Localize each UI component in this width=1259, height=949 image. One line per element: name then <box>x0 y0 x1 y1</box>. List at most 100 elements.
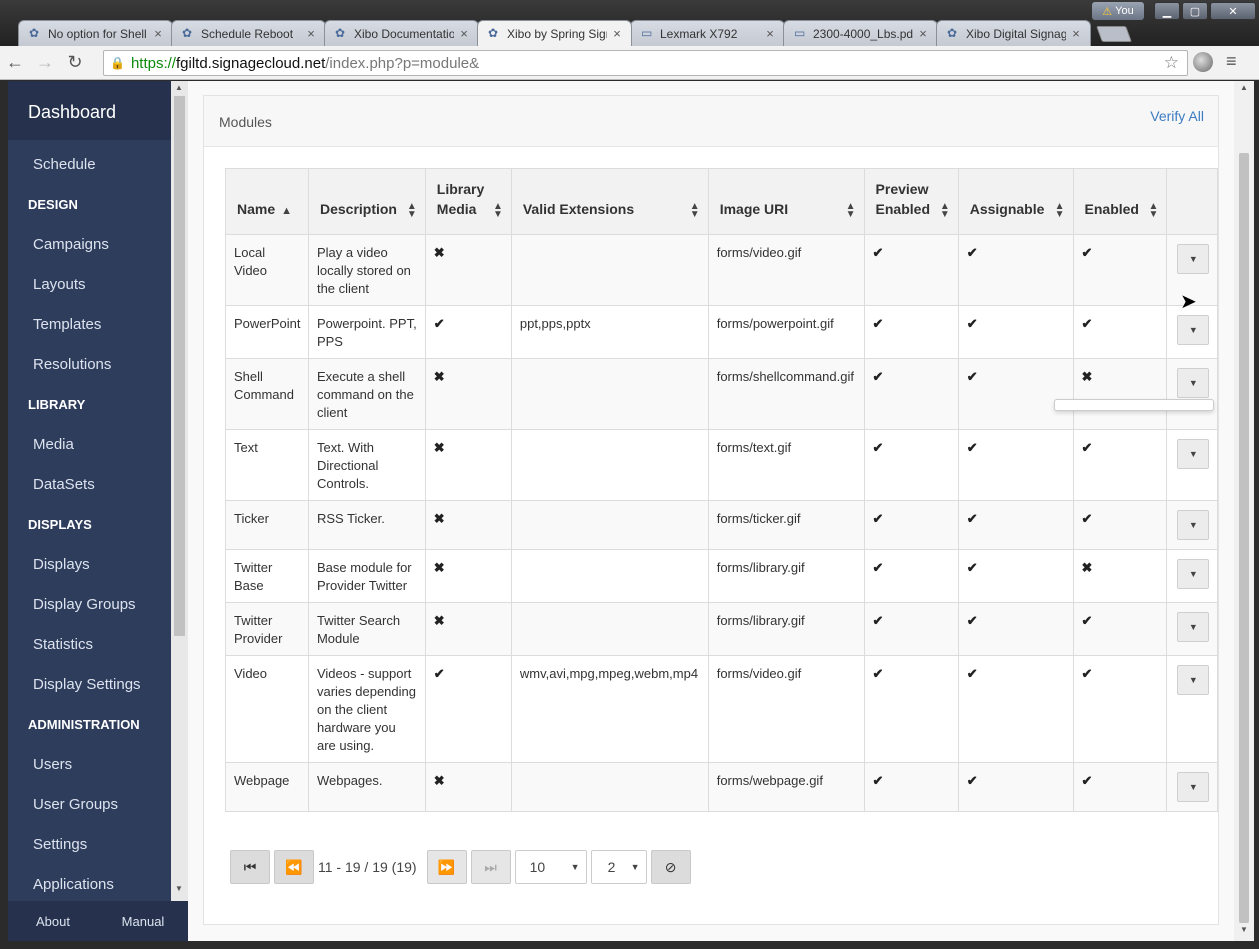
row-actions-button[interactable]: ▼ <box>1177 665 1210 695</box>
browser-tab[interactable]: ✿ Xibo Digital Signage × <box>936 20 1091 46</box>
sidebar-item-layouts[interactable]: Layouts <box>8 265 171 305</box>
reload-button[interactable]: ↻ <box>60 48 90 78</box>
next-page-button[interactable]: ⏩ <box>426 850 467 884</box>
column-header-name[interactable]: Name ▲ <box>225 168 309 235</box>
sidebar-item-campaigns[interactable]: Campaigns <box>8 225 171 265</box>
dashboard-link[interactable]: Dashboard <box>8 81 171 140</box>
about-link[interactable]: About <box>8 914 98 929</box>
sidebar-scrollbar[interactable]: ▲ ▼ <box>171 81 188 901</box>
sidebar-item-user-groups[interactable]: User Groups <box>8 785 171 825</box>
cell-preview-enabled: ✔ <box>863 549 959 603</box>
row-actions-button[interactable]: ▼ <box>1177 244 1210 274</box>
sidebar-item-media[interactable]: Media <box>8 425 171 465</box>
row-actions-button[interactable]: ▼ <box>1177 612 1210 642</box>
cell-assignable: ✔ <box>957 500 1074 550</box>
scroll-down-icon[interactable]: ▼ <box>1240 925 1248 934</box>
page-scroll-thumb[interactable] <box>1239 153 1249 923</box>
scroll-down-icon[interactable]: ▼ <box>175 884 183 893</box>
sidebar-item-statistics[interactable]: Statistics <box>8 625 171 665</box>
row-actions-button[interactable]: ▼ <box>1177 510 1210 540</box>
cell-preview-enabled: ✔ <box>863 234 959 306</box>
row-actions-button[interactable]: ▼ <box>1177 315 1210 345</box>
scroll-up-icon[interactable]: ▲ <box>1240 83 1248 92</box>
new-tab-button[interactable] <box>1096 26 1132 42</box>
cell-description: Text. With Directional Controls. <box>307 429 426 501</box>
row-actions-button[interactable]: ▼ <box>1177 368 1210 398</box>
manual-link[interactable]: Manual <box>98 914 188 929</box>
sidebar-item-settings[interactable]: Settings <box>8 825 171 865</box>
column-header-assignable[interactable]: Assignable ▲ ▼ <box>957 168 1074 235</box>
bookmark-star-icon[interactable]: ☆ <box>1164 53 1179 73</box>
profile-button[interactable]: ⚠ You <box>1092 2 1144 20</box>
verify-all-link[interactable]: Verify All <box>1150 108 1204 124</box>
back-button[interactable]: ← <box>0 48 30 78</box>
column-header-image-uri[interactable]: Image URI ▲ ▼ <box>707 168 865 235</box>
sidebar-item-users[interactable]: Users <box>8 745 171 785</box>
cell-extensions <box>510 429 709 501</box>
cell-actions: ▼ <box>1166 429 1218 501</box>
close-tab-icon[interactable]: × <box>1070 26 1082 41</box>
check-icon: ✔ <box>872 316 884 331</box>
browser-tab[interactable]: ✿ Xibo Documentation × <box>324 20 479 46</box>
browser-tab[interactable]: ▭ Lexmark X792 × <box>630 20 785 46</box>
table-row: Video Videos - support varies depending o… <box>225 655 1218 763</box>
address-bar[interactable]: 🔒 https://fgiltd.signagecloud.net/index.… <box>103 50 1188 76</box>
table-row: Ticker RSS Ticker. ✖ forms/ticker.gif ✔ ✔ ✔ ▼ <box>225 500 1218 550</box>
close-tab-icon[interactable]: × <box>917 26 929 41</box>
close-tab-icon[interactable]: × <box>611 26 623 41</box>
minimize-button[interactable]: ▁ <box>1154 2 1180 20</box>
xibo-icon: ✿ <box>182 26 193 40</box>
page-number-select[interactable]: 2 ▼ <box>590 850 647 884</box>
browser-tab[interactable]: ✿ No option for Shell × <box>18 20 173 46</box>
column-header-enabled[interactable]: Enabled ▲ ▼ <box>1072 168 1168 235</box>
sidebar-item-displays[interactable]: Displays <box>8 545 171 585</box>
cross-icon: ✖ <box>433 773 445 788</box>
row-action-dropdown-menu[interactable] <box>1054 399 1214 411</box>
browser-tab[interactable]: ✿ Xibo by Spring Sign × <box>477 20 632 46</box>
sort-asc-icon: ▲ <box>281 205 293 217</box>
sidebar-item-applications[interactable]: Applications <box>8 865 171 901</box>
sidebar-item-schedule[interactable]: Schedule <box>8 145 171 185</box>
cross-icon: ✖ <box>433 245 445 260</box>
row-actions-button[interactable]: ▼ <box>1177 559 1210 589</box>
forward-button[interactable]: → <box>30 48 60 78</box>
close-tab-icon[interactable]: × <box>152 26 164 41</box>
close-tab-icon[interactable]: × <box>764 26 776 41</box>
row-actions-button[interactable]: ▼ <box>1177 439 1210 469</box>
cell-name: Twitter Base <box>225 549 309 603</box>
extension-icon[interactable] <box>1193 52 1213 72</box>
browser-menu-icon[interactable]: ≡ <box>1226 51 1237 72</box>
column-header-description[interactable]: Description ▲ ▼ <box>307 168 426 235</box>
sidebar-item-templates[interactable]: Templates <box>8 305 171 345</box>
sidebar-item-display-settings[interactable]: Display Settings <box>8 665 171 705</box>
prev-page-button[interactable]: ⏪ <box>274 850 314 884</box>
close-window-button[interactable]: ✕ <box>1210 2 1256 20</box>
column-header-preview-enabled[interactable]: Preview Enabled ▲ ▼ <box>863 168 959 235</box>
reset-filter-button[interactable]: ⊘ <box>650 850 691 884</box>
page-size-select[interactable]: 10 ▼ <box>514 850 587 884</box>
check-icon: ✔ <box>1081 666 1093 681</box>
page-scrollbar[interactable]: ▲ ▼ <box>1234 81 1254 941</box>
sidebar-item-display-groups[interactable]: Display Groups <box>8 585 171 625</box>
scroll-up-icon[interactable]: ▲ <box>175 83 183 92</box>
sidebar-scroll-thumb[interactable] <box>174 96 185 636</box>
maximize-button[interactable]: ▢ <box>1182 2 1208 20</box>
chevron-down-icon: ▼ <box>570 862 580 872</box>
close-tab-icon[interactable]: × <box>305 26 317 41</box>
cell-enabled: ✖ <box>1072 358 1168 430</box>
browser-tab[interactable]: ▭ 2300-4000_Lbs.pdf × <box>783 20 938 46</box>
column-header-library-media[interactable]: Library Media ▲ ▼ <box>424 168 512 235</box>
panel-header: Modules Verify All <box>204 96 1218 147</box>
sidebar: Dashboard Schedule DESIGN Campaigns Layouts… <box>8 81 171 901</box>
column-header-valid-extensions[interactable]: Valid Extensions ▲ ▼ <box>510 168 709 235</box>
close-tab-icon[interactable]: × <box>458 26 470 41</box>
table-row: Twitter Provider Twitter Search Module ✖ fo… <box>225 602 1218 656</box>
sidebar-item-resolutions[interactable]: Resolutions <box>8 345 171 385</box>
row-actions-button[interactable]: ▼ <box>1177 772 1210 802</box>
last-page-button[interactable]: ⏭ <box>470 850 511 884</box>
sidebar-item-datasets[interactable]: DataSets <box>8 465 171 505</box>
browser-tab[interactable]: ✿ Schedule Reboot × <box>171 20 326 46</box>
cell-enabled: ✔ <box>1072 500 1168 550</box>
first-page-button[interactable]: ⏮ <box>230 850 270 884</box>
sort-icon: ▲ ▼ <box>939 201 950 220</box>
